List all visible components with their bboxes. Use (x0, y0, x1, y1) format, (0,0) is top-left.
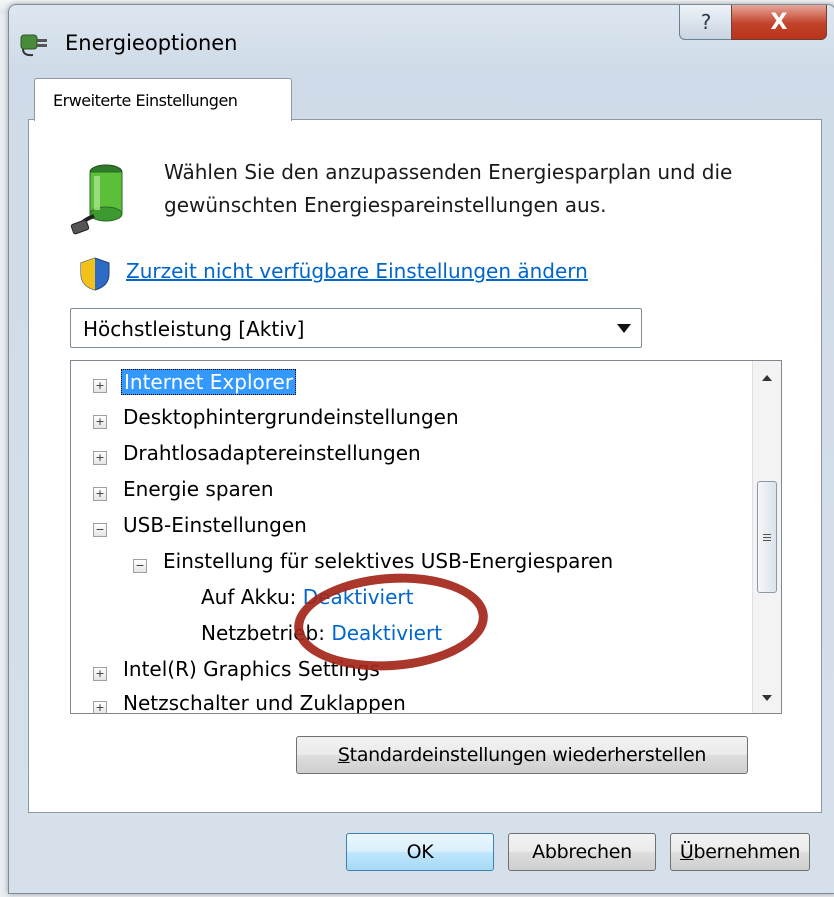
apply-button[interactable]: Übernehmen (670, 833, 810, 871)
restore-defaults-button[interactable]: Standardeinstellungen wiederherstellen (296, 736, 748, 774)
expand-icon[interactable]: + (93, 487, 107, 501)
expand-icon[interactable]: + (93, 451, 107, 465)
help-button[interactable]: ? (679, 5, 733, 40)
button-label: bernehmen (693, 841, 801, 863)
expand-icon[interactable]: + (93, 415, 107, 429)
expand-icon[interactable]: + (93, 379, 107, 393)
tab-label: Erweiterte Einstellungen (53, 91, 238, 110)
description-line-2: gewünschten Energiespareinstellungen aus… (164, 193, 607, 217)
scrollbar-thumb[interactable] (757, 481, 777, 593)
grip-icon (763, 534, 771, 535)
accelerator-key: Ü (679, 841, 694, 863)
power-plug-icon (20, 34, 47, 57)
change-unavailable-settings-link[interactable]: Zurzeit nicht verfügbare Einstellungen ä… (126, 259, 588, 283)
ok-button[interactable]: OK (346, 833, 494, 871)
description-line-1: Wählen Sie den anzupassenden Energiespar… (164, 160, 733, 184)
tree-item-label: USB-Einstellungen (123, 513, 307, 537)
uac-shield-icon (80, 257, 110, 291)
battery-icon (70, 164, 123, 235)
description-text: Wählen Sie den anzupassenden Energiespar… (164, 156, 784, 222)
button-label: tandardeinstellungen wiederherstellen (349, 744, 707, 766)
accelerator-key: S (337, 744, 350, 766)
tab-advanced-settings[interactable]: Erweiterte Einstellungen (34, 78, 292, 121)
scroll-up-icon[interactable] (762, 375, 772, 381)
tree-item-label: Drahtlosadaptereinstellungen (123, 441, 421, 465)
setting-label: Auf Akku: (201, 585, 297, 609)
tree-item-label: Einstellung für selektives USB-Energiesp… (163, 549, 614, 573)
close-button[interactable]: X (731, 5, 827, 40)
tree-item-label: Energie sparen (123, 477, 274, 501)
scroll-down-icon[interactable] (762, 695, 772, 701)
tree-item-label: Internet Explorer (121, 369, 297, 395)
power-plan-select[interactable]: Höchstleistung [Aktiv] (70, 308, 642, 348)
vertical-scrollbar[interactable] (752, 361, 781, 713)
collapse-icon[interactable]: − (93, 523, 107, 537)
window-title: Energieoptionen (65, 31, 238, 55)
chevron-down-icon (617, 324, 631, 333)
tree-item-label: Netzschalter und Zuklappen (123, 691, 406, 714)
expand-icon[interactable]: + (93, 701, 107, 713)
tree-item-label: Desktophintergrundeinstellungen (123, 405, 459, 429)
power-plan-selected: Höchstleistung [Aktiv] (83, 317, 305, 341)
expand-icon[interactable]: + (93, 667, 107, 681)
cancel-button[interactable]: Abbrechen (508, 833, 656, 871)
collapse-icon[interactable]: − (133, 559, 147, 573)
